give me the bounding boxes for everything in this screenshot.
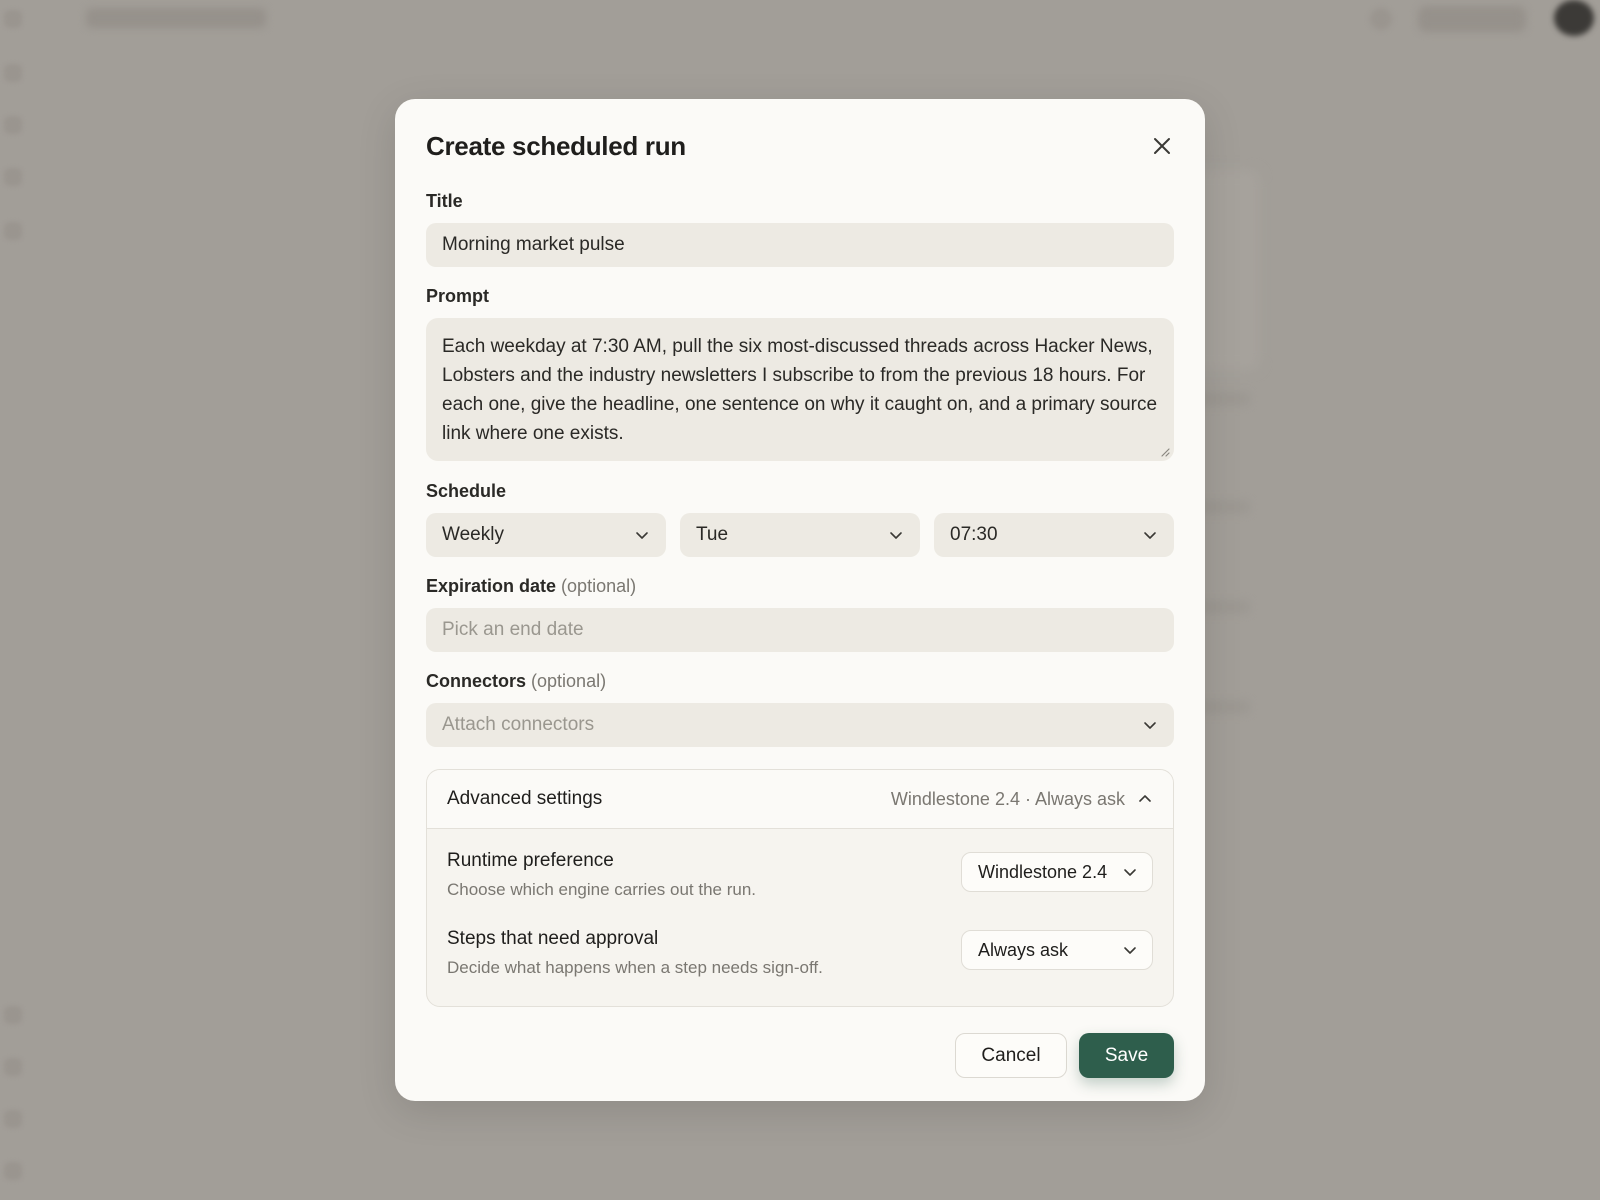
prompt-label: Prompt (426, 286, 489, 306)
prompt-textarea-value: Each weekday at 7:30 AM, pull the six mo… (442, 336, 1158, 444)
chevron-down-icon (1144, 532, 1156, 539)
day-select[interactable]: Tue (680, 513, 920, 557)
chevron-down-icon (1124, 947, 1136, 954)
connectors-label-text: Connectors (426, 671, 527, 691)
resize-grip-icon[interactable] (1160, 447, 1170, 457)
sidebar-icon (4, 116, 22, 134)
advanced-settings-summary: Windlestone 2.4 · Always ask (891, 789, 1153, 810)
cancel-button[interactable]: Cancel (955, 1033, 1067, 1078)
create-scheduled-run-dialog: Create scheduled run Title Morning marke… (395, 99, 1205, 1101)
approval-row: Steps that need approval Decide what hap… (447, 928, 1153, 978)
sidebar-icon (4, 64, 22, 82)
title-label: Title (426, 191, 463, 211)
chevron-up-icon (1139, 795, 1151, 802)
background-sidebar (0, 0, 28, 1200)
schedule-label: Schedule (426, 481, 507, 501)
sidebar-icon (4, 1162, 22, 1180)
optional-hint: (optional) (561, 576, 637, 596)
chevron-down-icon (1124, 869, 1136, 876)
dialog-title: Create scheduled run (426, 131, 686, 161)
expiration-date-input[interactable]: Pick an end date (426, 608, 1174, 652)
advanced-settings-title: Advanced settings (447, 788, 603, 809)
approval-select[interactable]: Always ask (961, 930, 1153, 970)
sidebar-icon (4, 1058, 22, 1076)
advanced-summary-text: Windlestone 2.4 · Always ask (890, 788, 1125, 809)
optional-hint: (optional) (531, 671, 607, 691)
sidebar-icon (4, 222, 22, 240)
chevron-down-icon (636, 532, 648, 539)
chevron-down-icon (890, 532, 902, 539)
runtime-select[interactable]: Windlestone 2.4 (961, 852, 1153, 892)
background-title (86, 8, 266, 28)
chevron-down-icon (1144, 722, 1156, 729)
day-value: Tue (696, 524, 729, 545)
background-button (1418, 6, 1526, 32)
sidebar-icon (4, 10, 22, 28)
time-value: 07:30 (950, 524, 998, 545)
sidebar-icon (4, 1110, 22, 1128)
background-icon (1370, 8, 1392, 30)
close-button[interactable] (1149, 133, 1175, 159)
close-icon (1154, 138, 1170, 154)
expiration-label: Expiration date (optional) (426, 576, 636, 597)
approval-value: Always ask (978, 939, 1069, 960)
connectors-select[interactable]: Attach connectors (426, 703, 1174, 747)
avatar (1554, 0, 1594, 36)
sidebar-icon (4, 168, 22, 186)
connectors-label: Connectors (optional) (426, 671, 606, 692)
connectors-placeholder: Attach connectors (442, 714, 595, 735)
title-input-value: Morning market pulse (442, 234, 625, 255)
time-select[interactable]: 07:30 (934, 513, 1174, 557)
runtime-preference-row: Runtime preference Choose which engine c… (447, 850, 1153, 900)
save-button[interactable]: Save (1079, 1033, 1174, 1078)
sidebar-icon (4, 1006, 22, 1024)
title-input[interactable]: Morning market pulse (426, 223, 1174, 267)
prompt-textarea[interactable]: Each weekday at 7:30 AM, pull the six mo… (426, 318, 1174, 461)
expiration-label-text: Expiration date (426, 576, 557, 596)
frequency-select[interactable]: Weekly (426, 513, 666, 557)
expiration-placeholder: Pick an end date (442, 619, 584, 640)
frequency-value: Weekly (442, 524, 504, 545)
runtime-value: Windlestone 2.4 (978, 861, 1108, 882)
advanced-settings-toggle[interactable]: Advanced settings Windlestone 2.4 · Alwa… (427, 770, 1173, 829)
advanced-settings-panel: Advanced settings Windlestone 2.4 · Alwa… (426, 769, 1174, 1007)
